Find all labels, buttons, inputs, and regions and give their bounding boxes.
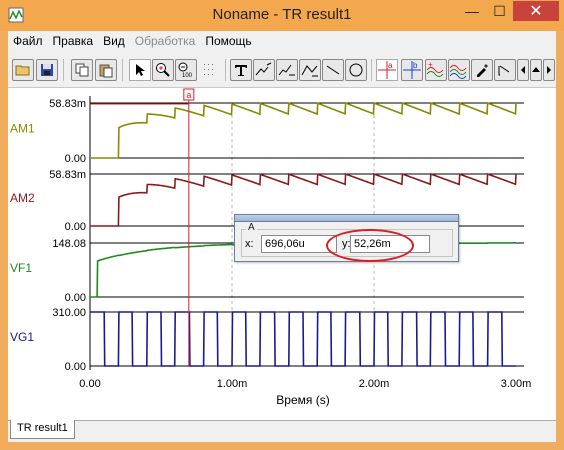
step-icon[interactable] bbox=[494, 59, 516, 81]
menu-process: Обработка bbox=[134, 34, 196, 48]
series-line-vg1 bbox=[90, 311, 516, 367]
x-tick-label: 0.00 bbox=[79, 378, 100, 390]
series-name-label: AM1 bbox=[10, 122, 35, 136]
menu-file[interactable]: Файл bbox=[8, 31, 48, 51]
minimize-button[interactable]: — bbox=[458, 1, 486, 21]
add-trace-icon[interactable]: + bbox=[425, 59, 447, 81]
color-trace-icon[interactable] bbox=[448, 59, 470, 81]
y-min-label: 0.00 bbox=[65, 221, 86, 233]
cursor-a-label: a bbox=[186, 90, 191, 100]
menu-view[interactable]: Вид bbox=[98, 31, 130, 51]
close-button[interactable]: ✕ bbox=[513, 1, 559, 21]
svg-text:+: + bbox=[428, 61, 433, 69]
pointer-icon[interactable] bbox=[129, 59, 151, 81]
edit-curve-2-icon[interactable] bbox=[276, 59, 298, 81]
open-folder-icon[interactable] bbox=[12, 59, 34, 81]
edit-curve-3-icon[interactable] bbox=[299, 59, 321, 81]
zoom-100-icon[interactable]: 100 bbox=[175, 59, 197, 81]
cursor-a-icon[interactable]: a bbox=[376, 59, 398, 81]
cursor-b-icon[interactable]: b bbox=[401, 59, 423, 81]
menu-edit[interactable]: Правка bbox=[48, 31, 99, 51]
popup-titlebar[interactable] bbox=[235, 215, 458, 222]
x-field-label: x: bbox=[245, 238, 254, 250]
x-tick-label: 3.00m bbox=[501, 378, 532, 390]
nav-left-icon[interactable] bbox=[517, 59, 529, 81]
zoom-in-icon[interactable] bbox=[152, 59, 174, 81]
series-name-label: VF1 bbox=[10, 261, 32, 275]
save-icon[interactable] bbox=[36, 59, 58, 81]
line-icon[interactable] bbox=[322, 59, 344, 81]
svg-text:100: 100 bbox=[182, 73, 193, 78]
client-area: Файл Правка Вид Обработка Помощь 100 a b… bbox=[8, 31, 556, 442]
cursor-group-legend: A bbox=[246, 222, 257, 233]
highlight-ellipse bbox=[326, 229, 414, 262]
paste-icon[interactable] bbox=[95, 59, 117, 81]
toolbar-separator bbox=[122, 59, 123, 81]
text-icon[interactable] bbox=[230, 59, 252, 81]
nav-up-icon[interactable] bbox=[530, 59, 542, 81]
series-name-label: VG1 bbox=[10, 330, 34, 344]
title-bar: Noname - TR result1 — ☐ ✕ bbox=[0, 0, 564, 31]
x-axis-label: Время (s) bbox=[276, 393, 329, 407]
toolbar-separator bbox=[63, 59, 64, 81]
copy-icon[interactable] bbox=[71, 59, 93, 81]
grid-icon[interactable] bbox=[199, 59, 221, 81]
maximize-button[interactable]: ☐ bbox=[486, 1, 513, 21]
y-min-label: 0.00 bbox=[65, 292, 86, 304]
svg-text:a: a bbox=[388, 61, 393, 70]
menu-help[interactable]: Помощь bbox=[200, 31, 256, 51]
y-max-label: 148.08 bbox=[52, 238, 86, 250]
x-tick-label: 2.00m bbox=[359, 378, 390, 390]
y-max-label: 58.83m bbox=[49, 169, 86, 181]
toolbar-separator bbox=[371, 59, 372, 81]
svg-text:b: b bbox=[413, 61, 418, 70]
toolbar: 100 a b + bbox=[8, 53, 556, 87]
edit-curve-icon[interactable] bbox=[253, 59, 275, 81]
y-max-label: 58.83m bbox=[49, 98, 86, 110]
series-line-am1 bbox=[90, 101, 517, 159]
y-max-label: 310.00 bbox=[52, 307, 86, 319]
tab-tr-result1[interactable]: TR result1 bbox=[10, 420, 75, 439]
toolbar-separator bbox=[225, 59, 226, 81]
marker-icon[interactable] bbox=[471, 59, 493, 81]
circle-icon[interactable] bbox=[345, 59, 367, 81]
y-min-label: 0.00 bbox=[65, 361, 86, 373]
application-window: Noname - TR result1 — ☐ ✕ Файл Правка Ви… bbox=[0, 0, 564, 450]
menu-bar: Файл Правка Вид Обработка Помощь bbox=[8, 31, 556, 51]
y-min-label: 0.00 bbox=[65, 153, 86, 165]
tab-bar: TR result1 bbox=[8, 420, 556, 442]
series-name-label: AM2 bbox=[10, 191, 35, 205]
x-tick-label: 1.00m bbox=[217, 378, 248, 390]
nav-right-icon[interactable] bbox=[543, 59, 555, 81]
